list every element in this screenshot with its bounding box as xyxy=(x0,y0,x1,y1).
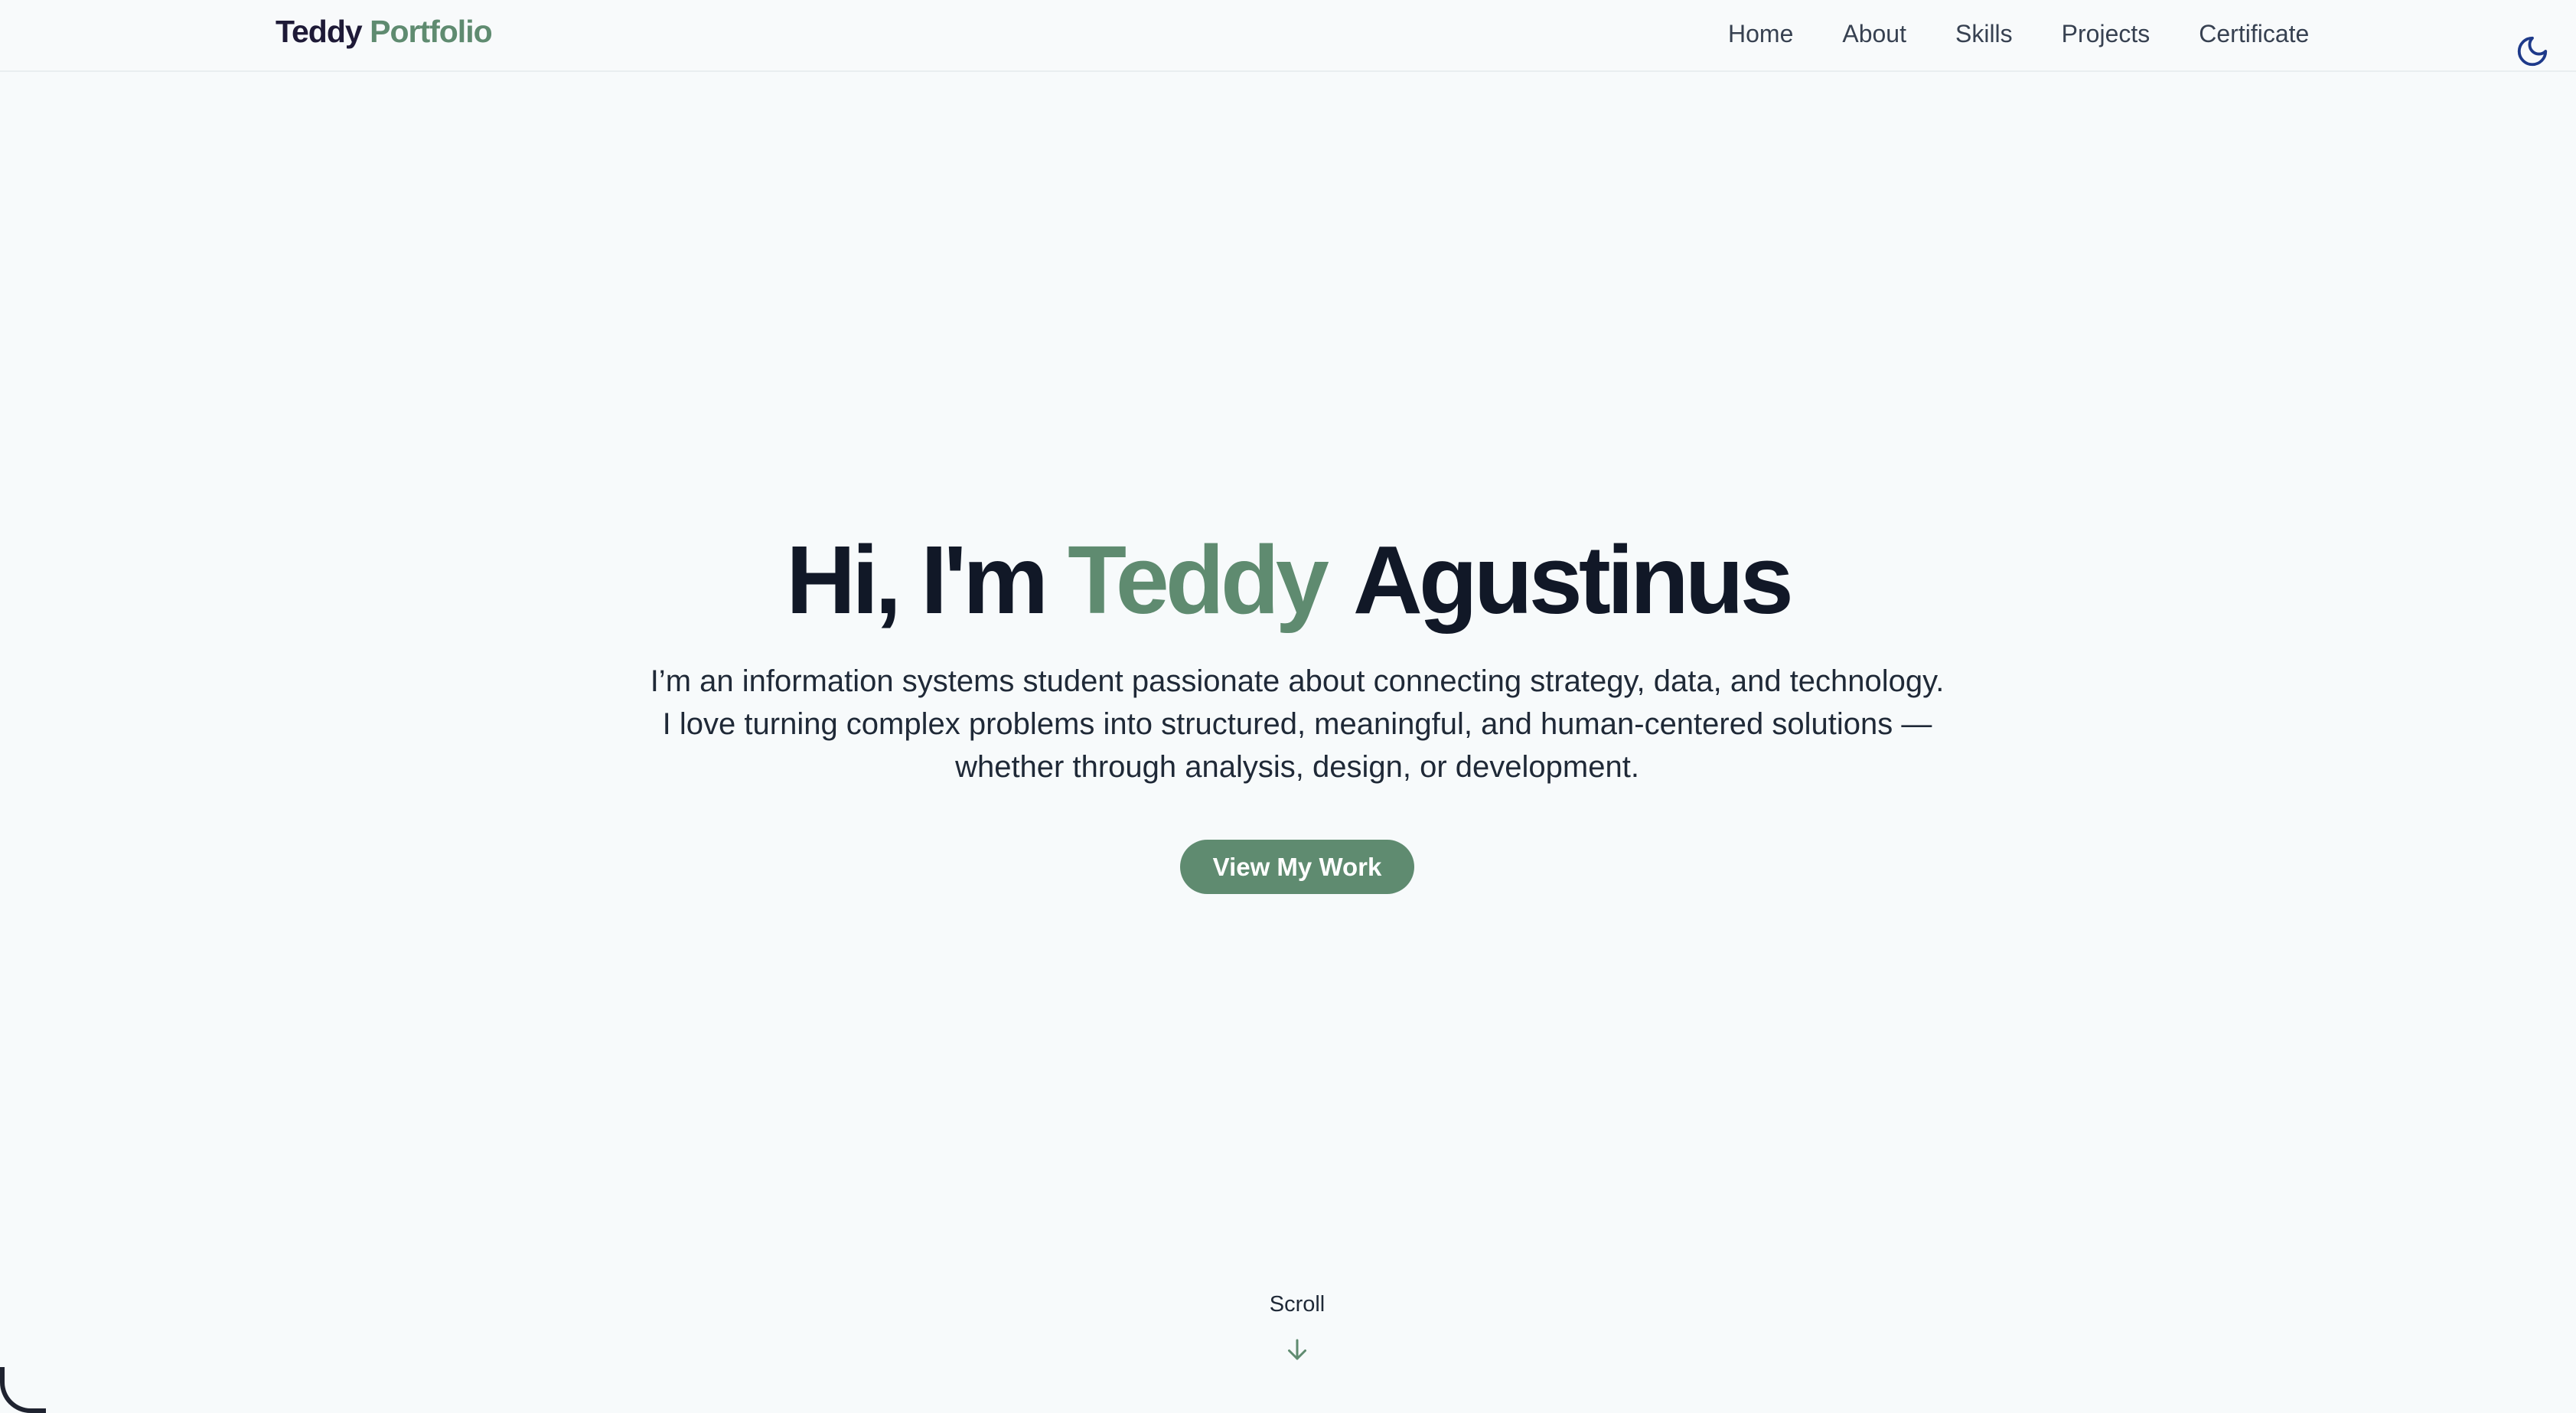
moon-icon xyxy=(2517,36,2548,67)
logo-second-word: Portfolio xyxy=(370,14,493,49)
logo-first-word: Teddy xyxy=(276,14,363,49)
nav-link-certificate[interactable]: Certificate xyxy=(2199,18,2309,49)
nav-links: Home About Skills Projects Certificate xyxy=(1728,18,2309,49)
hero-first-name: Teddy xyxy=(1068,526,1329,634)
nav-link-skills[interactable]: Skills xyxy=(1955,18,2013,49)
view-my-work-button[interactable]: View My Work xyxy=(1180,840,1414,894)
scroll-label: Scroll xyxy=(1269,1292,1325,1317)
nav-link-about[interactable]: About xyxy=(1842,18,1906,49)
theme-toggle-button[interactable] xyxy=(2515,34,2550,69)
nav-link-projects[interactable]: Projects xyxy=(2062,18,2150,49)
navbar: Teddy Portfolio Home About Skills Projec… xyxy=(0,0,2576,72)
window-corner xyxy=(0,1367,46,1413)
hero-title: Hi, I'm Teddy Agustinus xyxy=(0,519,2576,641)
nav-link-home[interactable]: Home xyxy=(1728,18,1793,49)
site-logo[interactable]: Teddy Portfolio xyxy=(276,14,493,50)
hero-description: I’m an information systems student passi… xyxy=(650,664,1945,784)
hero-greeting: Hi, I'm xyxy=(786,526,1048,634)
arrow-down-icon[interactable] xyxy=(1283,1336,1311,1363)
hero-last-name: Agustinus xyxy=(1352,526,1794,634)
